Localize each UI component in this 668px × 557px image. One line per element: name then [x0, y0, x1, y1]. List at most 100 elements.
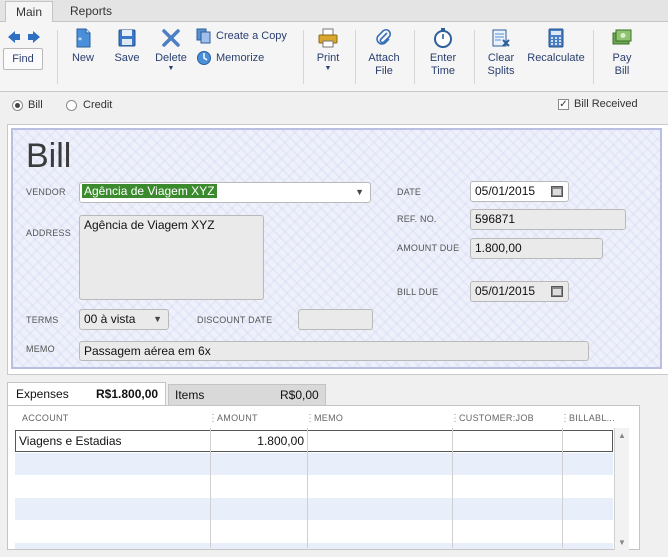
- col-memo-header[interactable]: MEMO: [314, 413, 343, 423]
- bill-due-field[interactable]: 05/01/2015: [470, 281, 569, 302]
- attach-file-button[interactable]: Attach File: [364, 28, 404, 78]
- toolbar: Find * New Save Delete ▼ Create a Copy M…: [0, 22, 668, 92]
- terms-value: 00 à vista: [84, 312, 136, 326]
- chevron-down-icon: ▼: [355, 187, 364, 197]
- pay-bill-button[interactable]: Pay Bill: [604, 28, 640, 78]
- calendar-icon[interactable]: [551, 185, 563, 197]
- grid-scrollbar[interactable]: ▲ ▼: [614, 428, 629, 550]
- vendor-label: VENDOR: [26, 187, 66, 197]
- bill-radio-label: Bill: [28, 99, 43, 111]
- prev-next-icon[interactable]: [6, 30, 42, 44]
- date-value: 05/01/2015: [475, 184, 536, 198]
- bill-radio[interactable]: [12, 100, 23, 111]
- pay-bill-label-1: Pay: [612, 52, 632, 64]
- items-tab-label: Items: [175, 388, 205, 402]
- pay-money-icon: [612, 29, 632, 45]
- vendor-dropdown[interactable]: Agência de Viagem XYZ ▼: [79, 182, 371, 203]
- discount-date-field[interactable]: [298, 309, 373, 330]
- bill-due-value: 05/01/2015: [475, 284, 536, 298]
- credit-radio[interactable]: [66, 100, 77, 111]
- clear-splits-label-2: Splits: [487, 65, 515, 77]
- date-label: DATE: [397, 187, 422, 197]
- table-row[interactable]: [15, 453, 613, 475]
- pay-bill-label-2: Bill: [614, 65, 630, 77]
- save-icon: [118, 29, 136, 47]
- bill-received-label: Bill Received: [574, 98, 638, 110]
- address-field[interactable]: Agência de Viagem XYZ: [79, 215, 264, 300]
- col-amount-header[interactable]: AMOUNT: [217, 413, 258, 423]
- enter-time-label-1: Enter: [429, 52, 457, 64]
- amount-due-label: AMOUNT DUE: [397, 243, 460, 253]
- bill-received-checkbox[interactable]: ✓: [558, 99, 569, 110]
- table-row[interactable]: [15, 498, 613, 520]
- col-billable-header[interactable]: BILLABL...: [569, 413, 615, 423]
- memo-label: MEMO: [26, 344, 55, 354]
- print-button[interactable]: Print ▼: [312, 28, 344, 72]
- expenses-tab-label: Expenses: [16, 387, 69, 401]
- address-value: Agência de Viagem XYZ: [84, 218, 215, 232]
- ref-no-label: REF. NO.: [397, 214, 437, 224]
- clear-splits-label-1: Clear: [487, 52, 515, 64]
- attach-label-2: File: [375, 65, 393, 77]
- print-label: Print: [316, 52, 340, 64]
- amount-due-field[interactable]: 1.800,00: [470, 238, 603, 259]
- save-label: Save: [114, 52, 140, 64]
- new-document-icon: *: [76, 28, 91, 48]
- table-row[interactable]: [15, 543, 613, 549]
- chevron-down-icon: ▼: [153, 314, 162, 324]
- row-amount[interactable]: 1.800,00: [212, 434, 304, 448]
- column-divider: [307, 428, 308, 548]
- date-field[interactable]: 05/01/2015: [470, 181, 569, 202]
- clear-splits-button[interactable]: Clear Splits: [482, 28, 520, 78]
- new-button[interactable]: * New: [68, 28, 98, 65]
- copy-icon: [196, 28, 211, 44]
- amount-due-value: 1.800,00: [475, 241, 522, 255]
- svg-text:*: *: [78, 36, 82, 45]
- calculator-icon: [548, 28, 564, 48]
- enter-time-button[interactable]: Enter Time: [424, 28, 462, 78]
- bill-due-label: BILL DUE: [397, 287, 439, 297]
- address-label: ADDRESS: [26, 228, 71, 238]
- calendar-icon[interactable]: [551, 285, 563, 297]
- memorize-label: Memorize: [216, 52, 265, 64]
- col-customer-job-header[interactable]: CUSTOMER:JOB: [459, 413, 534, 423]
- expenses-tab-total: R$1.800,00: [96, 387, 159, 401]
- recalculate-label: Recalculate: [527, 52, 585, 64]
- delete-label: Delete: [155, 52, 187, 64]
- menu-bar: Main Reports: [0, 0, 668, 22]
- items-tab-total: R$0,00: [280, 388, 319, 402]
- ref-no-field[interactable]: 596871: [470, 209, 626, 230]
- tab-expenses[interactable]: Expenses R$1.800,00: [7, 382, 166, 406]
- recalculate-button[interactable]: Recalculate: [524, 28, 588, 65]
- table-row[interactable]: [15, 475, 613, 497]
- column-divider: [210, 428, 211, 548]
- form-title: Bill: [26, 137, 72, 175]
- table-row[interactable]: Viagens e Estadias 1.800,00: [15, 430, 613, 452]
- row-account[interactable]: Viagens e Estadias: [19, 434, 122, 448]
- column-divider: [452, 428, 453, 548]
- memo-value: Passagem aérea em 6x: [84, 344, 211, 358]
- tab-reports[interactable]: Reports: [60, 1, 122, 22]
- delete-button[interactable]: Delete ▼: [153, 28, 189, 72]
- delete-x-icon: [162, 29, 180, 47]
- tab-items[interactable]: Items R$0,00: [168, 384, 326, 406]
- memorize-icon: [197, 51, 211, 65]
- memo-field[interactable]: Passagem aérea em 6x: [79, 341, 589, 361]
- col-account-header[interactable]: ACCOUNT: [22, 413, 69, 423]
- save-button[interactable]: Save: [111, 28, 143, 65]
- paperclip-icon: [376, 28, 392, 45]
- table-row[interactable]: [15, 521, 613, 543]
- find-button[interactable]: Find: [3, 48, 43, 70]
- scroll-up-icon[interactable]: ▲: [618, 431, 626, 440]
- tab-main[interactable]: Main: [5, 1, 54, 22]
- create-copy-label: Create a Copy: [216, 30, 287, 42]
- terms-dropdown[interactable]: 00 à vista ▼: [79, 309, 169, 330]
- stopwatch-icon: [434, 28, 452, 48]
- new-label: New: [71, 52, 94, 64]
- chevron-down-icon: ▼: [324, 65, 332, 72]
- credit-radio-label: Credit: [83, 99, 113, 111]
- enter-time-label-2: Time: [430, 65, 456, 77]
- vendor-value: Agência de Viagem XYZ: [82, 184, 217, 198]
- column-divider: [562, 428, 563, 548]
- scroll-down-icon[interactable]: ▼: [618, 538, 626, 547]
